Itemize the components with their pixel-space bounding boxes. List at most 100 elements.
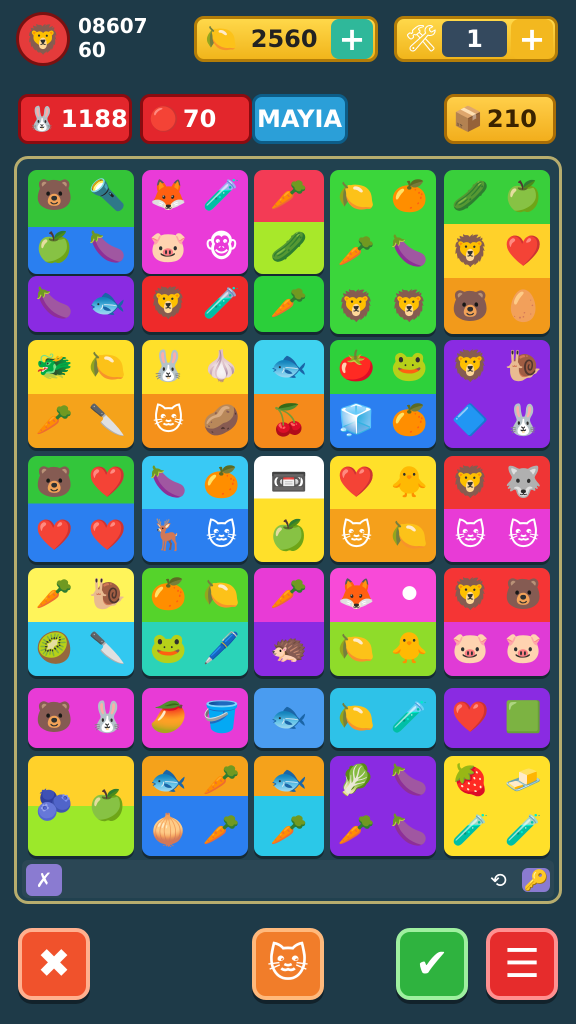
tile-item-icon: 🫐 [35, 788, 74, 823]
board-tile[interactable]: 🍆 🐟 [28, 276, 134, 332]
tile-item-icon: 🧪 [504, 813, 543, 848]
board-tile[interactable]: 🐟 [254, 688, 324, 748]
board-tile[interactable]: 🍋 🍊 🥕 🍆 🦁 🦁 [330, 170, 436, 334]
tile-item-icon: 🔪 [88, 403, 127, 438]
tile-item-icon: 🐰 [88, 700, 127, 735]
board-tile[interactable]: 🥭 🪣 [142, 688, 248, 748]
board-tile[interactable]: 🍓 🧈 🧪 🧪 [444, 756, 550, 856]
tile-item-icon: 🍆 [35, 286, 74, 321]
board-tile[interactable]: 🐻 🐰 [28, 688, 134, 748]
board-tile[interactable]: 🍅 🐸 🧊 🍊 [330, 340, 436, 448]
tile-item-icon: 🥝 [35, 631, 74, 666]
fruit-icon: 🍋 [205, 24, 238, 54]
tile-item-icon: 🧊 [337, 403, 376, 438]
player-avatar[interactable]: 🦁 [16, 12, 70, 66]
board-tile[interactable]: 🥕 🦔 [254, 568, 324, 676]
board-tile[interactable]: 🦊 ⚫ 🍋 🐥 [330, 568, 436, 676]
board-tile[interactable]: 🫐 🍏 [28, 756, 134, 856]
board-tile[interactable]: 🐰 🧄 🐱 🥔 [142, 340, 248, 448]
tile-item-icon: 🦁 [149, 286, 188, 321]
lion-face-icon: 🦁 [25, 22, 61, 56]
board-tile[interactable]: 🐻 ❤️ ❤️ ❤️ [28, 456, 134, 562]
tile-item-icon: 🐟 [270, 763, 308, 798]
tile-item-icon: 🐱 [205, 517, 238, 553]
tile-item-icon: ❤️ [35, 517, 74, 553]
tile-item-icon: 🐷 [451, 631, 490, 666]
tile-item-icon: 🐟 [149, 763, 188, 798]
tile-item-icon: 🐻 [35, 464, 74, 500]
tile-item-icon: 🦌 [149, 517, 188, 553]
tile-item-icon: ❤️ [504, 233, 543, 269]
menu-button[interactable]: ☰ [486, 928, 558, 1000]
board-tile[interactable]: 🐟 🥕 🧅 🥕 [142, 756, 248, 856]
board-tile[interactable]: 🦁 🐌 🔷 🐰 [444, 340, 550, 448]
tile-item-icon: 🟩 [504, 700, 543, 735]
tray-cancel-icon[interactable]: ✗ [26, 864, 62, 896]
tile-item-icon: 🐸 [390, 349, 429, 384]
tile-item-icon: 🔪 [88, 631, 127, 666]
tile-item-icon: 🐥 [390, 464, 429, 500]
tile-item-icon: 🖊️ [202, 631, 241, 666]
board-tile[interactable]: ❤️ 🟩 [444, 688, 550, 748]
board-tile[interactable]: 🐻 🔦 🍏 🍆 [28, 170, 134, 274]
moves-counter: 🔴 70 [140, 94, 252, 144]
tile-item-icon: 🍆 [88, 230, 127, 265]
board-tile[interactable]: 🦁 🐺 🐱 🐱 [444, 456, 550, 562]
tile-item-icon: 🐸 [149, 631, 188, 666]
board-tile[interactable]: 🍆 🍊 🦌 🐱 [142, 456, 248, 562]
board-tile[interactable]: 🥬 🍆 🥕 🍆 [330, 756, 436, 856]
board-tile[interactable]: 🍊 🍋 🐸 🖊️ [142, 568, 248, 676]
pet-button[interactable]: 🐱 [252, 928, 324, 1000]
lives-counter: 🐰 1188 [18, 94, 132, 144]
tile-item-icon: 🍆 [390, 233, 429, 269]
tile-item-icon: 🍆 [390, 813, 429, 848]
tile-item-icon: 🥕 [337, 233, 376, 269]
board-tile[interactable]: 🥕 🐌 🥝 🔪 [28, 568, 134, 676]
board-tile[interactable]: 🍋 🧪 [330, 688, 436, 748]
board-tile[interactable]: ❤️ 🐥 🐱 🍋 [330, 456, 436, 562]
confirm-button[interactable]: ✔ [396, 928, 468, 1000]
board-tile[interactable]: 📼 🍏 [254, 456, 324, 562]
board-tile[interactable]: 🥒 🍏 🦁 ❤️ 🐻 🥚 [444, 170, 550, 334]
close-button[interactable]: ✖ [18, 928, 90, 1000]
add-coins-button[interactable]: + [331, 19, 373, 59]
tile-item-icon: 🐺 [504, 464, 543, 500]
tile-item-icon: 🍋 [337, 179, 376, 215]
tile-item-icon: 🦁 [451, 464, 490, 500]
tile-item-icon: 🥕 [270, 286, 308, 321]
board-tile[interactable]: 🦁 🐻 🐷 🐷 [444, 568, 550, 676]
tile-item-icon: ⚫ [396, 577, 423, 612]
tile-item-icon: 🧪 [390, 700, 429, 735]
board-tile[interactable]: 🐲 🍋 🥕 🔪 [28, 340, 134, 448]
tile-item-icon: 🍋 [202, 577, 241, 612]
player-info: 08607 60 [78, 14, 148, 62]
add-boosters-button[interactable]: + [511, 19, 553, 59]
board-tile[interactable]: 🥕 🥒 [254, 170, 324, 274]
board-tile[interactable]: 🥕 [254, 276, 324, 332]
tile-item-icon: 🦊 [337, 577, 376, 612]
tile-item-icon: 🐱 [340, 517, 373, 553]
tile-item-icon: 🥕 [270, 178, 308, 213]
key-icon[interactable]: 🔑 [522, 868, 550, 892]
refresh-icon[interactable]: ⟲ [490, 868, 507, 892]
board-tile[interactable]: 🦊 🧪 🐷 🐵 [142, 170, 248, 274]
tile-item-icon: 🔷 [451, 403, 490, 438]
board-tile[interactable]: 🐟 🥕 [254, 756, 324, 856]
tile-item-icon: 🧪 [202, 178, 241, 213]
tile-item-icon: 🦁 [451, 233, 490, 269]
coins-value: 2560 [250, 25, 318, 53]
tile-item-icon: 🦁 [451, 349, 490, 384]
tile-item-icon: 🐷 [149, 230, 188, 265]
tile-item-icon: 🍋 [337, 700, 376, 735]
player-id: 08607 [78, 14, 148, 38]
tile-item-icon: 🍆 [149, 464, 188, 500]
tile-item-icon: 🦔 [270, 631, 308, 666]
board-tile[interactable]: 🦁 🧪 [142, 276, 248, 332]
red-orb-icon: 🔴 [149, 105, 179, 133]
tile-item-icon: 🥔 [202, 403, 241, 438]
board-tile[interactable]: 🐟 🍒 [254, 340, 324, 448]
tile-item-icon: 🐌 [504, 349, 543, 384]
tile-item-icon: 🧪 [202, 286, 241, 321]
tile-item-icon: 🦁 [451, 577, 490, 612]
tile-item-icon: 🐷 [504, 631, 543, 666]
